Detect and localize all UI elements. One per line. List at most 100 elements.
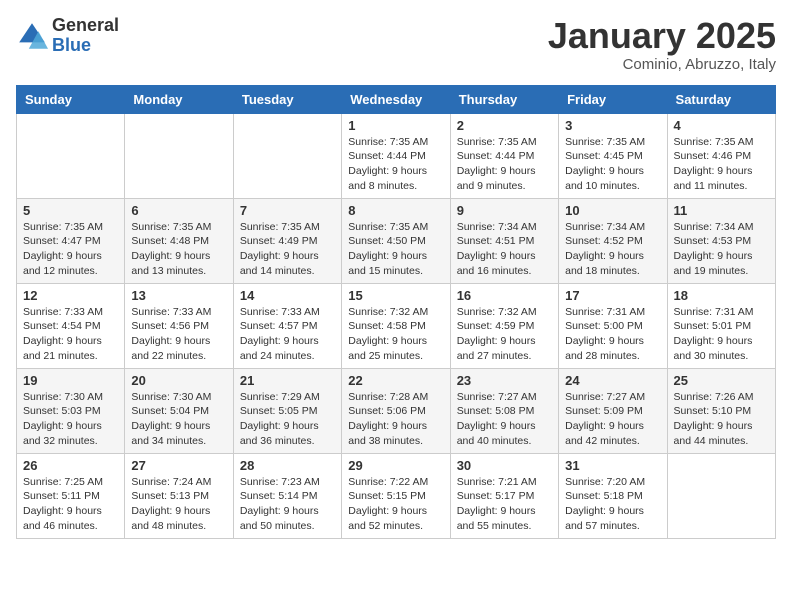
calendar-cell: 24 Sunrise: 7:27 AM Sunset: 5:09 PM Dayli… (559, 368, 667, 453)
day-info: Sunrise: 7:35 AM Sunset: 4:46 PM Dayligh… (674, 135, 769, 194)
day-info: Sunrise: 7:35 AM Sunset: 4:45 PM Dayligh… (565, 135, 660, 194)
calendar-cell: 13 Sunrise: 7:33 AM Sunset: 4:56 PM Dayli… (125, 283, 233, 368)
calendar-cell: 30Sunrise: 7:21 AM Sunset: 5:17 PM Dayli… (450, 453, 558, 538)
day-info: Sunrise: 7:34 AM Sunset: 4:51 PM Dayligh… (457, 220, 552, 279)
logo-blue: Blue (52, 36, 119, 56)
day-info: Sunrise: 7:29 AM Sunset: 5:05 PM Dayligh… (240, 390, 335, 449)
calendar-cell: 3 Sunrise: 7:35 AM Sunset: 4:45 PM Daylig… (559, 113, 667, 198)
calendar-cell: 25Sunrise: 7:26 AM Sunset: 5:10 PM Dayli… (667, 368, 775, 453)
day-info: Sunrise: 7:28 AM Sunset: 5:06 PM Dayligh… (348, 390, 443, 449)
month-title: January 2025 (548, 16, 776, 56)
day-number: 7 (240, 203, 335, 218)
calendar-cell: 2 Sunrise: 7:35 AM Sunset: 4:44 PM Daylig… (450, 113, 558, 198)
day-info: Sunrise: 7:27 AM Sunset: 5:09 PM Dayligh… (565, 390, 660, 449)
day-info: Sunrise: 7:24 AM Sunset: 5:13 PM Dayligh… (131, 475, 226, 534)
day-number: 20 (131, 373, 226, 388)
title-section: January 2025 Cominio, Abruzzo, Italy (548, 16, 776, 73)
calendar-table: SundayMondayTuesdayWednesdayThursdayFrid… (16, 85, 776, 539)
calendar-week-row: 1Sunrise: 7:35 AM Sunset: 4:44 PM Daylig… (17, 113, 776, 198)
day-info: Sunrise: 7:23 AM Sunset: 5:14 PM Dayligh… (240, 475, 335, 534)
day-number: 29 (348, 458, 443, 473)
weekday-header: Wednesday (342, 85, 450, 113)
day-number: 21 (240, 373, 335, 388)
calendar-cell: 20Sunrise: 7:30 AM Sunset: 5:04 PM Dayli… (125, 368, 233, 453)
day-info: Sunrise: 7:27 AM Sunset: 5:08 PM Dayligh… (457, 390, 552, 449)
day-info: Sunrise: 7:21 AM Sunset: 5:17 PM Dayligh… (457, 475, 552, 534)
calendar-cell: 18Sunrise: 7:31 AM Sunset: 5:01 PM Dayli… (667, 283, 775, 368)
day-number: 27 (131, 458, 226, 473)
day-number: 10 (565, 203, 660, 218)
day-number: 25 (674, 373, 769, 388)
logo: General Blue (16, 16, 119, 56)
calendar-cell: 10 Sunrise: 7:34 AM Sunset: 4:52 PM Dayli… (559, 198, 667, 283)
calendar-cell: 4Sunrise: 7:35 AM Sunset: 4:46 PM Daylig… (667, 113, 775, 198)
day-info: Sunrise: 7:35 AM Sunset: 4:48 PM Dayligh… (131, 220, 226, 279)
day-info: Sunrise: 7:31 AM Sunset: 5:00 PM Dayligh… (565, 305, 660, 364)
day-info: Sunrise: 7:32 AM Sunset: 4:59 PM Dayligh… (457, 305, 552, 364)
day-number: 19 (23, 373, 118, 388)
calendar-cell (667, 453, 775, 538)
day-info: Sunrise: 7:32 AM Sunset: 4:58 PM Dayligh… (348, 305, 443, 364)
day-info: Sunrise: 7:25 AM Sunset: 5:11 PM Dayligh… (23, 475, 118, 534)
calendar-cell (125, 113, 233, 198)
logo-icon (16, 20, 48, 52)
calendar-cell: 29 Sunrise: 7:22 AM Sunset: 5:15 PM Dayli… (342, 453, 450, 538)
day-info: Sunrise: 7:35 AM Sunset: 4:47 PM Dayligh… (23, 220, 118, 279)
calendar-cell (17, 113, 125, 198)
day-info: Sunrise: 7:33 AM Sunset: 4:54 PM Dayligh… (23, 305, 118, 364)
page-header: General Blue January 2025 Cominio, Abruz… (16, 16, 776, 73)
calendar-week-row: 19Sunrise: 7:30 AM Sunset: 5:03 PM Dayli… (17, 368, 776, 453)
day-info: Sunrise: 7:22 AM Sunset: 5:15 PM Dayligh… (348, 475, 443, 534)
calendar-week-row: 12 Sunrise: 7:33 AM Sunset: 4:54 PM Dayli… (17, 283, 776, 368)
calendar-cell: 22 Sunrise: 7:28 AM Sunset: 5:06 PM Dayli… (342, 368, 450, 453)
location-subtitle: Cominio, Abruzzo, Italy (548, 56, 776, 73)
day-number: 6 (131, 203, 226, 218)
day-info: Sunrise: 7:34 AM Sunset: 4:52 PM Dayligh… (565, 220, 660, 279)
calendar-cell: 12 Sunrise: 7:33 AM Sunset: 4:54 PM Dayli… (17, 283, 125, 368)
calendar-cell: 11 Sunrise: 7:34 AM Sunset: 4:53 PM Dayli… (667, 198, 775, 283)
day-number: 18 (674, 288, 769, 303)
day-number: 15 (348, 288, 443, 303)
day-number: 8 (348, 203, 443, 218)
weekday-header-row: SundayMondayTuesdayWednesdayThursdayFrid… (17, 85, 776, 113)
day-info: Sunrise: 7:34 AM Sunset: 4:53 PM Dayligh… (674, 220, 769, 279)
calendar-cell: 9 Sunrise: 7:34 AM Sunset: 4:51 PM Daylig… (450, 198, 558, 283)
day-number: 17 (565, 288, 660, 303)
calendar-cell: 6 Sunrise: 7:35 AM Sunset: 4:48 PM Daylig… (125, 198, 233, 283)
calendar-cell: 8Sunrise: 7:35 AM Sunset: 4:50 PM Daylig… (342, 198, 450, 283)
calendar-week-row: 26 Sunrise: 7:25 AM Sunset: 5:11 PM Dayli… (17, 453, 776, 538)
calendar-cell: 26 Sunrise: 7:25 AM Sunset: 5:11 PM Dayli… (17, 453, 125, 538)
calendar-cell: 15 Sunrise: 7:32 AM Sunset: 4:58 PM Dayli… (342, 283, 450, 368)
calendar-cell: 5 Sunrise: 7:35 AM Sunset: 4:47 PM Daylig… (17, 198, 125, 283)
day-number: 26 (23, 458, 118, 473)
day-number: 11 (674, 203, 769, 218)
day-number: 31 (565, 458, 660, 473)
logo-text: General Blue (52, 16, 119, 56)
calendar-cell: 27 Sunrise: 7:24 AM Sunset: 5:13 PM Dayli… (125, 453, 233, 538)
day-number: 28 (240, 458, 335, 473)
day-number: 2 (457, 118, 552, 133)
day-number: 5 (23, 203, 118, 218)
day-number: 9 (457, 203, 552, 218)
day-number: 12 (23, 288, 118, 303)
calendar-cell: 16Sunrise: 7:32 AM Sunset: 4:59 PM Dayli… (450, 283, 558, 368)
day-number: 14 (240, 288, 335, 303)
day-info: Sunrise: 7:33 AM Sunset: 4:56 PM Dayligh… (131, 305, 226, 364)
calendar-cell: 28 Sunrise: 7:23 AM Sunset: 5:14 PM Dayli… (233, 453, 341, 538)
day-info: Sunrise: 7:35 AM Sunset: 4:44 PM Dayligh… (457, 135, 552, 194)
weekday-header: Thursday (450, 85, 558, 113)
day-number: 24 (565, 373, 660, 388)
day-info: Sunrise: 7:35 AM Sunset: 4:49 PM Dayligh… (240, 220, 335, 279)
logo-general: General (52, 16, 119, 36)
day-number: 22 (348, 373, 443, 388)
calendar-cell: 17 Sunrise: 7:31 AM Sunset: 5:00 PM Dayli… (559, 283, 667, 368)
weekday-header: Sunday (17, 85, 125, 113)
day-info: Sunrise: 7:35 AM Sunset: 4:44 PM Dayligh… (348, 135, 443, 194)
day-info: Sunrise: 7:20 AM Sunset: 5:18 PM Dayligh… (565, 475, 660, 534)
calendar-cell: 19Sunrise: 7:30 AM Sunset: 5:03 PM Dayli… (17, 368, 125, 453)
calendar-cell: 23Sunrise: 7:27 AM Sunset: 5:08 PM Dayli… (450, 368, 558, 453)
day-number: 3 (565, 118, 660, 133)
calendar-cell: 21 Sunrise: 7:29 AM Sunset: 5:05 PM Dayli… (233, 368, 341, 453)
day-number: 13 (131, 288, 226, 303)
weekday-header: Friday (559, 85, 667, 113)
